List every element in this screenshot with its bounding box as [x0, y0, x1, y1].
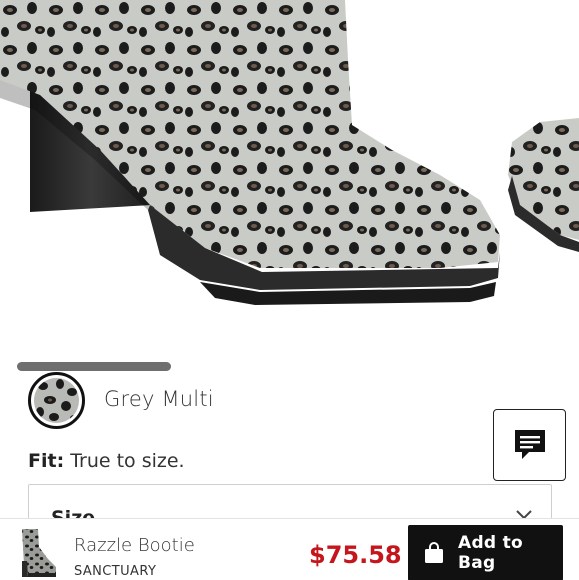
- product-thumbnail[interactable]: [14, 525, 60, 579]
- fit-info: Fit: True to size.: [28, 450, 185, 472]
- leopard-print-bootie-photo: [0, 0, 579, 305]
- carousel-progress: [17, 362, 171, 371]
- product-price: $75.58: [309, 541, 402, 569]
- shopping-bag-icon: [422, 541, 446, 565]
- leopard-swatch-icon: [34, 378, 79, 423]
- fit-value: True to size.: [70, 450, 185, 472]
- add-to-bag-button[interactable]: Add to Bag: [408, 525, 563, 580]
- carousel-progress-fill: [17, 362, 171, 371]
- product-name: Razzle Bootie: [74, 535, 195, 556]
- chat-button[interactable]: [493, 409, 566, 481]
- product-image[interactable]: [0, 0, 579, 345]
- color-name: Grey Multi: [104, 387, 214, 411]
- color-swatch[interactable]: [28, 372, 85, 429]
- chat-bubble-icon: [514, 430, 545, 459]
- bootie-thumbnail-icon: [22, 529, 56, 577]
- add-to-bag-label: Add to Bag: [458, 533, 524, 573]
- product-brand: SANCTUARY: [74, 564, 157, 579]
- fit-label: Fit:: [28, 450, 65, 472]
- sticky-add-to-bag-bar: Razzle Bootie SANCTUARY $75.58 Add to Ba…: [0, 518, 579, 580]
